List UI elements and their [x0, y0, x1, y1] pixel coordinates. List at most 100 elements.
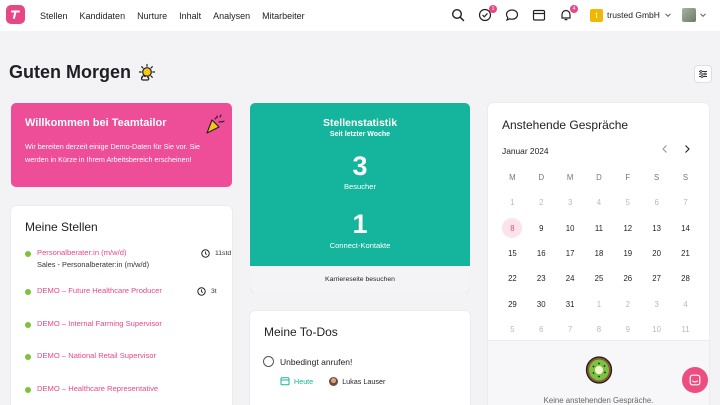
sun-cloud-icon	[138, 63, 156, 81]
calendar-day[interactable]: 20	[642, 241, 671, 266]
calendar-day[interactable]: 26	[613, 266, 642, 291]
calendar-day[interactable]: 24	[556, 266, 585, 291]
empty-state-text: Keine anstehenden Gespräche.	[543, 396, 654, 405]
page-title: Guten Morgen	[9, 62, 157, 83]
calendar-day[interactable]: 8	[498, 216, 527, 241]
calendar-day[interactable]: 5	[498, 317, 527, 342]
job-title[interactable]: DEMO – National Retail Supervisor	[37, 351, 156, 360]
weekday-label: M	[566, 173, 574, 183]
calendar-day[interactable]: 13	[642, 216, 671, 241]
calendar-day[interactable]: 6	[527, 317, 556, 342]
calendar-day[interactable]: 16	[527, 241, 556, 266]
calendar-day[interactable]: 11	[671, 317, 700, 342]
company-switcher[interactable]: t trusted GmbH	[590, 8, 672, 22]
welcome-title: Willkommen bei Teamtailor	[25, 117, 167, 129]
calendar-day[interactable]: 9	[527, 216, 556, 241]
calendar-month: Januar 2024	[502, 146, 549, 156]
nav-item-mitarbeiter[interactable]: Mitarbeiter	[262, 11, 305, 21]
weekday-label: F	[625, 173, 631, 183]
job-time: 3t	[197, 287, 217, 296]
calendar-day[interactable]: 6	[642, 190, 671, 215]
company-logo: t	[590, 8, 603, 22]
job-title[interactable]: Personalberater:in (m/w/d)	[37, 248, 126, 257]
job-title[interactable]: DEMO – Healthcare Representative	[37, 384, 158, 393]
status-dot	[25, 289, 31, 295]
nav-item-stellen[interactable]: Stellen	[40, 11, 68, 21]
calendar-day[interactable]: 22	[498, 266, 527, 291]
todos-title: Meine To-Dos	[264, 325, 338, 339]
todo-text[interactable]: Unbedingt anrufen!	[280, 357, 352, 367]
todo-checkbox[interactable]	[263, 356, 274, 367]
next-month-button[interactable]	[683, 144, 691, 157]
calendar-day[interactable]: 3	[556, 190, 585, 215]
calendar-day[interactable]: 8	[585, 317, 614, 342]
calendar-day[interactable]: 10	[642, 317, 671, 342]
upcoming-interviews-card: Anstehende Gespräche Januar 2024 M D M D F S S…	[488, 103, 709, 405]
job-department: Sales - Personalberater:in (m/w/d)	[37, 260, 150, 269]
calendar-day[interactable]: 19	[613, 241, 642, 266]
job-time-label: 3t	[211, 288, 217, 295]
nav-item-nurture[interactable]: Nurture	[137, 11, 167, 21]
todo-meta: Heute Lukas Lauser	[280, 376, 385, 386]
checklist-icon[interactable]: 1	[478, 5, 497, 22]
nav-item-inhalt[interactable]: Inhalt	[179, 11, 201, 21]
calendar-day[interactable]: 25	[585, 266, 614, 291]
nav-item-kandidaten[interactable]: Kandidaten	[80, 11, 126, 21]
calendar-day[interactable]: 5	[613, 190, 642, 215]
calendar-day[interactable]: 7	[556, 317, 585, 342]
weekday-label: D	[596, 173, 602, 183]
teamtailor-logo[interactable]	[6, 5, 25, 24]
calendar-day[interactable]: 7	[671, 190, 700, 215]
calendar-day[interactable]: 2	[613, 291, 642, 316]
job-statistics-card: Stellenstatistik Seit letzter Woche 3 Be…	[250, 103, 470, 293]
messenger-button[interactable]	[682, 367, 708, 393]
weekday-label: S	[682, 173, 689, 183]
calendar-day[interactable]: 9	[613, 317, 642, 342]
calendar-day[interactable]: 17	[556, 241, 585, 266]
calendar-day[interactable]: 11	[585, 216, 614, 241]
calendar-day[interactable]: 18	[585, 241, 614, 266]
kiwi-icon	[585, 356, 613, 384]
user-avatar[interactable]	[682, 8, 696, 22]
calendar-day[interactable]: 2	[527, 190, 556, 215]
calendar-day[interactable]: 10	[556, 216, 585, 241]
calendar-day[interactable]: 30	[527, 291, 556, 316]
bell-icon[interactable]: 4	[559, 5, 578, 22]
assignee-avatar	[329, 376, 339, 386]
calendar-day[interactable]: 27	[642, 266, 671, 291]
calendar-day[interactable]: 23	[527, 266, 556, 291]
top-navigation: Stellen Kandidaten Nurture Inhalt Analys…	[0, 0, 720, 31]
calendar-day[interactable]: 4	[671, 291, 700, 316]
job-time-label: 11std	[215, 250, 232, 257]
job-title[interactable]: DEMO – Internal Farming Supervisor	[37, 319, 162, 328]
search-icon[interactable]	[451, 8, 465, 22]
career-site-link[interactable]: Karriereseite besuchen	[250, 266, 470, 293]
calendar-day[interactable]: 15	[498, 241, 527, 266]
welcome-card: Willkommen bei Teamtailor Wir bereiten d…	[11, 103, 232, 187]
status-dot	[25, 354, 31, 360]
visitors-count: 3	[352, 151, 368, 181]
calendar-icon	[280, 377, 290, 386]
calendar-day[interactable]: 3	[642, 291, 671, 316]
chat-icon[interactable]	[505, 8, 519, 22]
nav-item-analysen[interactable]: Analysen	[213, 11, 250, 21]
my-jobs-card: Meine Stellen Personalberater:in (m/w/d)…	[11, 206, 232, 405]
statistics-subtitle: Seit letzter Woche	[329, 131, 391, 138]
calendar-day[interactable]: 31	[556, 291, 585, 316]
calendar-icon[interactable]	[532, 8, 546, 22]
calendar-day[interactable]: 21	[671, 241, 700, 266]
job-title[interactable]: DEMO – Future Healthcare Producer	[37, 286, 162, 295]
calendar-day[interactable]: 28	[671, 266, 700, 291]
chevron-down-icon[interactable]	[699, 11, 707, 19]
todo-due-date: Heute	[294, 376, 314, 386]
calendar-day[interactable]: 12	[613, 216, 642, 241]
calendar-day[interactable]: 4	[585, 190, 614, 215]
connect-count: 1	[352, 209, 368, 239]
calendar-day[interactable]: 14	[671, 216, 700, 241]
dashboard-settings-button[interactable]	[694, 65, 712, 83]
party-icon	[206, 114, 225, 134]
calendar-day[interactable]: 29	[498, 291, 527, 316]
calendar-day[interactable]: 1	[498, 190, 527, 215]
calendar-day[interactable]: 1	[585, 291, 614, 316]
previous-month-button[interactable]	[661, 144, 669, 157]
